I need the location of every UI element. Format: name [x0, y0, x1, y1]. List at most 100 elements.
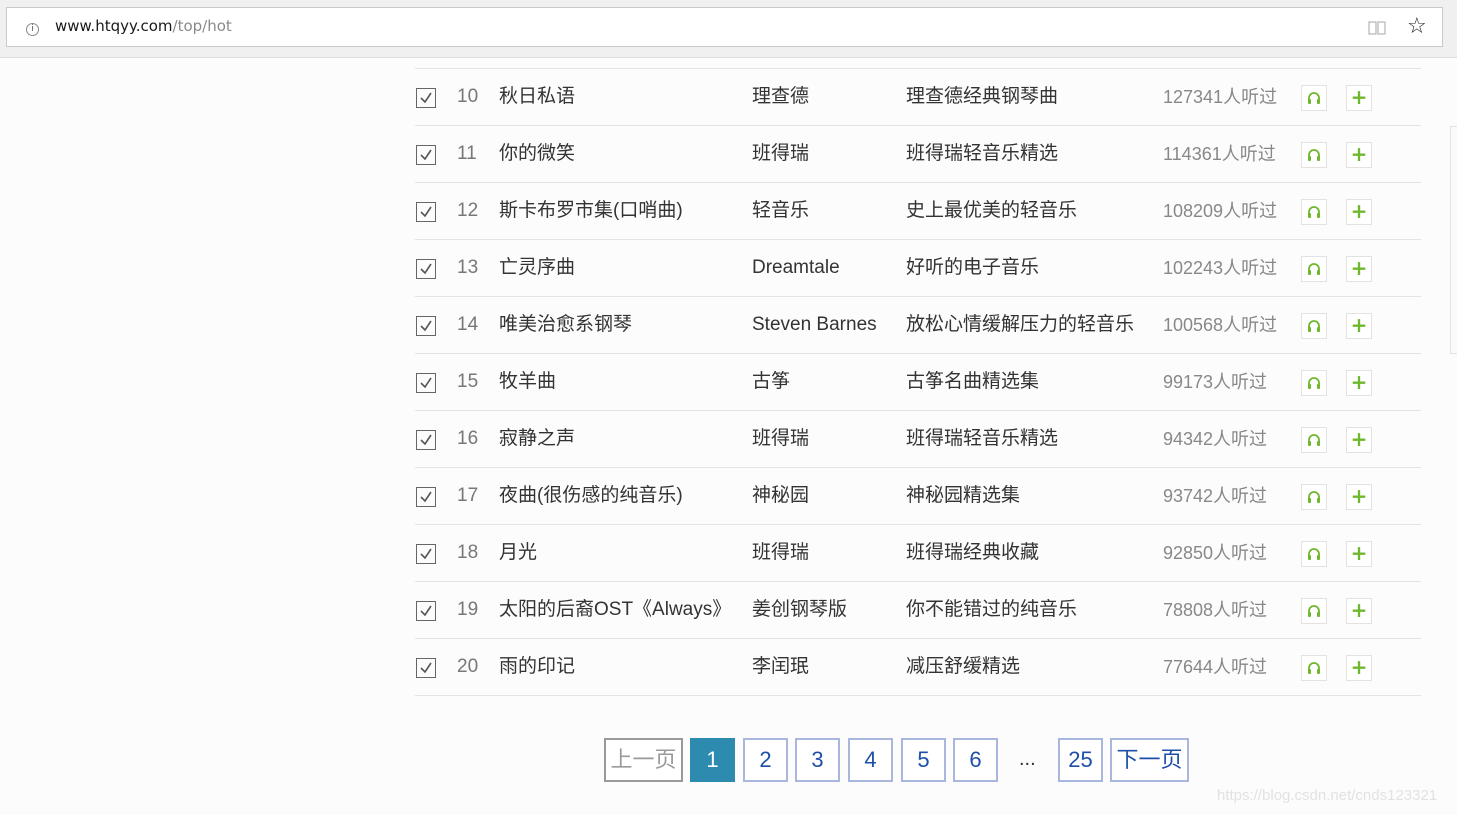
song-artist-link[interactable]: Dreamtale [752, 240, 892, 296]
add-to-playlist-button[interactable]: + [1346, 655, 1372, 681]
song-title-link[interactable]: 雨的印记 [499, 639, 739, 695]
add-to-playlist-button[interactable]: + [1346, 85, 1372, 111]
checkmark-icon [420, 434, 432, 446]
song-row: 19 太阳的后裔OST《Always》 姜创钢琴版 你不能错过的纯音乐 78808人听过… [415, 582, 1421, 639]
headphones-icon [1308, 263, 1320, 275]
song-checkbox[interactable] [416, 430, 436, 450]
info-icon[interactable]: i [26, 23, 39, 36]
page-6-button[interactable]: 6 [953, 738, 998, 782]
song-album-link[interactable]: 好听的电子音乐 [906, 240, 1146, 296]
song-artist-link[interactable]: 李闰珉 [752, 639, 892, 695]
address-bar[interactable]: i www.htqyy.com/top/hot ☆ [6, 7, 1443, 47]
song-artist-link[interactable]: 班得瑞 [752, 411, 892, 467]
song-artist-link[interactable]: 班得瑞 [752, 525, 892, 581]
song-rank: 20 [457, 656, 479, 677]
add-to-playlist-button[interactable]: + [1346, 370, 1372, 396]
add-to-playlist-button[interactable]: + [1346, 142, 1372, 168]
add-to-playlist-button[interactable]: + [1346, 199, 1372, 225]
add-to-playlist-button[interactable]: + [1346, 484, 1372, 510]
song-checkbox[interactable] [416, 202, 436, 222]
song-title-link[interactable]: 寂静之声 [499, 411, 739, 467]
song-row: 20 雨的印记 李闰珉 减压舒缓精选 77644人听过 + [415, 639, 1421, 696]
song-row: 11 你的微笑 班得瑞 班得瑞轻音乐精选 114361人听过 + [415, 126, 1421, 183]
page-5-button[interactable]: 5 [901, 738, 946, 782]
song-checkbox[interactable] [416, 544, 436, 564]
song-checkbox[interactable] [416, 145, 436, 165]
song-row: 13 亡灵序曲 Dreamtale 好听的电子音乐 102243人听过 + [415, 240, 1421, 297]
favorite-star-icon[interactable]: ☆ [1407, 14, 1427, 39]
song-rank: 19 [457, 599, 479, 620]
headphones-icon [1308, 320, 1320, 332]
headphones-icon [1308, 206, 1320, 218]
song-album-link[interactable]: 神秘园精选集 [906, 468, 1146, 524]
play-count: 102243人听过 [1163, 258, 1278, 278]
song-album-link[interactable]: 理查德经典钢琴曲 [906, 69, 1146, 125]
song-artist-link[interactable]: Steven Barnes [752, 297, 892, 353]
headphones-icon [1308, 149, 1320, 161]
listen-button[interactable] [1301, 370, 1327, 396]
add-to-playlist-button[interactable]: + [1346, 598, 1372, 624]
song-artist-link[interactable]: 神秘园 [752, 468, 892, 524]
listen-button[interactable] [1301, 142, 1327, 168]
song-rank: 12 [457, 200, 479, 221]
song-title-link[interactable]: 秋日私语 [499, 69, 739, 125]
song-checkbox[interactable] [416, 601, 436, 621]
song-title-link[interactable]: 太阳的后裔OST《Always》 [499, 582, 739, 638]
song-album-link[interactable]: 班得瑞经典收藏 [906, 525, 1146, 581]
song-album-link[interactable]: 古筝名曲精选集 [906, 354, 1146, 410]
song-artist-link[interactable]: 理查德 [752, 69, 892, 125]
song-title-link[interactable]: 月光 [499, 525, 739, 581]
add-to-playlist-button[interactable]: + [1346, 313, 1372, 339]
song-checkbox[interactable] [416, 259, 436, 279]
song-title-link[interactable]: 亡灵序曲 [499, 240, 739, 296]
page-2-button[interactable]: 2 [743, 738, 788, 782]
listen-button[interactable] [1301, 85, 1327, 111]
url-text[interactable]: www.htqyy.com/top/hot [55, 17, 232, 35]
add-to-playlist-button[interactable]: + [1346, 541, 1372, 567]
url-path: /top/hot [172, 17, 232, 35]
song-album-link[interactable]: 班得瑞轻音乐精选 [906, 411, 1146, 467]
checkmark-icon [420, 206, 432, 218]
song-title-link[interactable]: 牧羊曲 [499, 354, 739, 410]
listen-button[interactable] [1301, 199, 1327, 225]
song-checkbox[interactable] [416, 88, 436, 108]
next-page-button[interactable]: 下一页 [1110, 738, 1189, 782]
prev-page-button[interactable]: 上一页 [604, 738, 683, 782]
play-count: 94342人听过 [1163, 429, 1268, 449]
page-3-button[interactable]: 3 [795, 738, 840, 782]
listen-button[interactable] [1301, 598, 1327, 624]
listen-button[interactable] [1301, 256, 1327, 282]
listen-button[interactable] [1301, 655, 1327, 681]
song-artist-link[interactable]: 姜创钢琴版 [752, 582, 892, 638]
song-album-link[interactable]: 放松心情缓解压力的轻音乐 [906, 297, 1146, 353]
page-1-button[interactable]: 1 [690, 738, 735, 782]
song-title-link[interactable]: 夜曲(很伤感的纯音乐) [499, 468, 739, 524]
song-artist-link[interactable]: 古筝 [752, 354, 892, 410]
reading-view-icon[interactable] [1368, 20, 1386, 36]
page-last-button[interactable]: 25 [1058, 738, 1103, 782]
song-checkbox[interactable] [416, 316, 436, 336]
add-to-playlist-button[interactable]: + [1346, 427, 1372, 453]
listen-button[interactable] [1301, 541, 1327, 567]
song-title-link[interactable]: 斯卡布罗市集(口哨曲) [499, 183, 739, 239]
song-checkbox[interactable] [416, 373, 436, 393]
page-4-button[interactable]: 4 [848, 738, 893, 782]
song-title-link[interactable]: 唯美治愈系钢琴 [499, 297, 739, 353]
song-album-link[interactable]: 减压舒缓精选 [906, 639, 1146, 695]
add-to-playlist-button[interactable]: + [1346, 256, 1372, 282]
song-album-link[interactable]: 你不能错过的纯音乐 [906, 582, 1146, 638]
listen-button[interactable] [1301, 484, 1327, 510]
play-count: 114361人听过 [1163, 144, 1276, 164]
song-checkbox[interactable] [416, 658, 436, 678]
listen-button[interactable] [1301, 313, 1327, 339]
song-album-link[interactable]: 班得瑞轻音乐精选 [906, 126, 1146, 182]
song-title-link[interactable]: 你的微笑 [499, 126, 739, 182]
song-artist-link[interactable]: 班得瑞 [752, 126, 892, 182]
song-list: 10 秋日私语 理查德 理查德经典钢琴曲 127341人听过 +11 你的微笑 班得瑞 班得瑞轻… [415, 68, 1421, 696]
plus-icon: + [1350, 370, 1368, 394]
headphones-icon [1308, 434, 1320, 446]
song-artist-link[interactable]: 轻音乐 [752, 183, 892, 239]
song-album-link[interactable]: 史上最优美的轻音乐 [906, 183, 1146, 239]
song-checkbox[interactable] [416, 487, 436, 507]
listen-button[interactable] [1301, 427, 1327, 453]
